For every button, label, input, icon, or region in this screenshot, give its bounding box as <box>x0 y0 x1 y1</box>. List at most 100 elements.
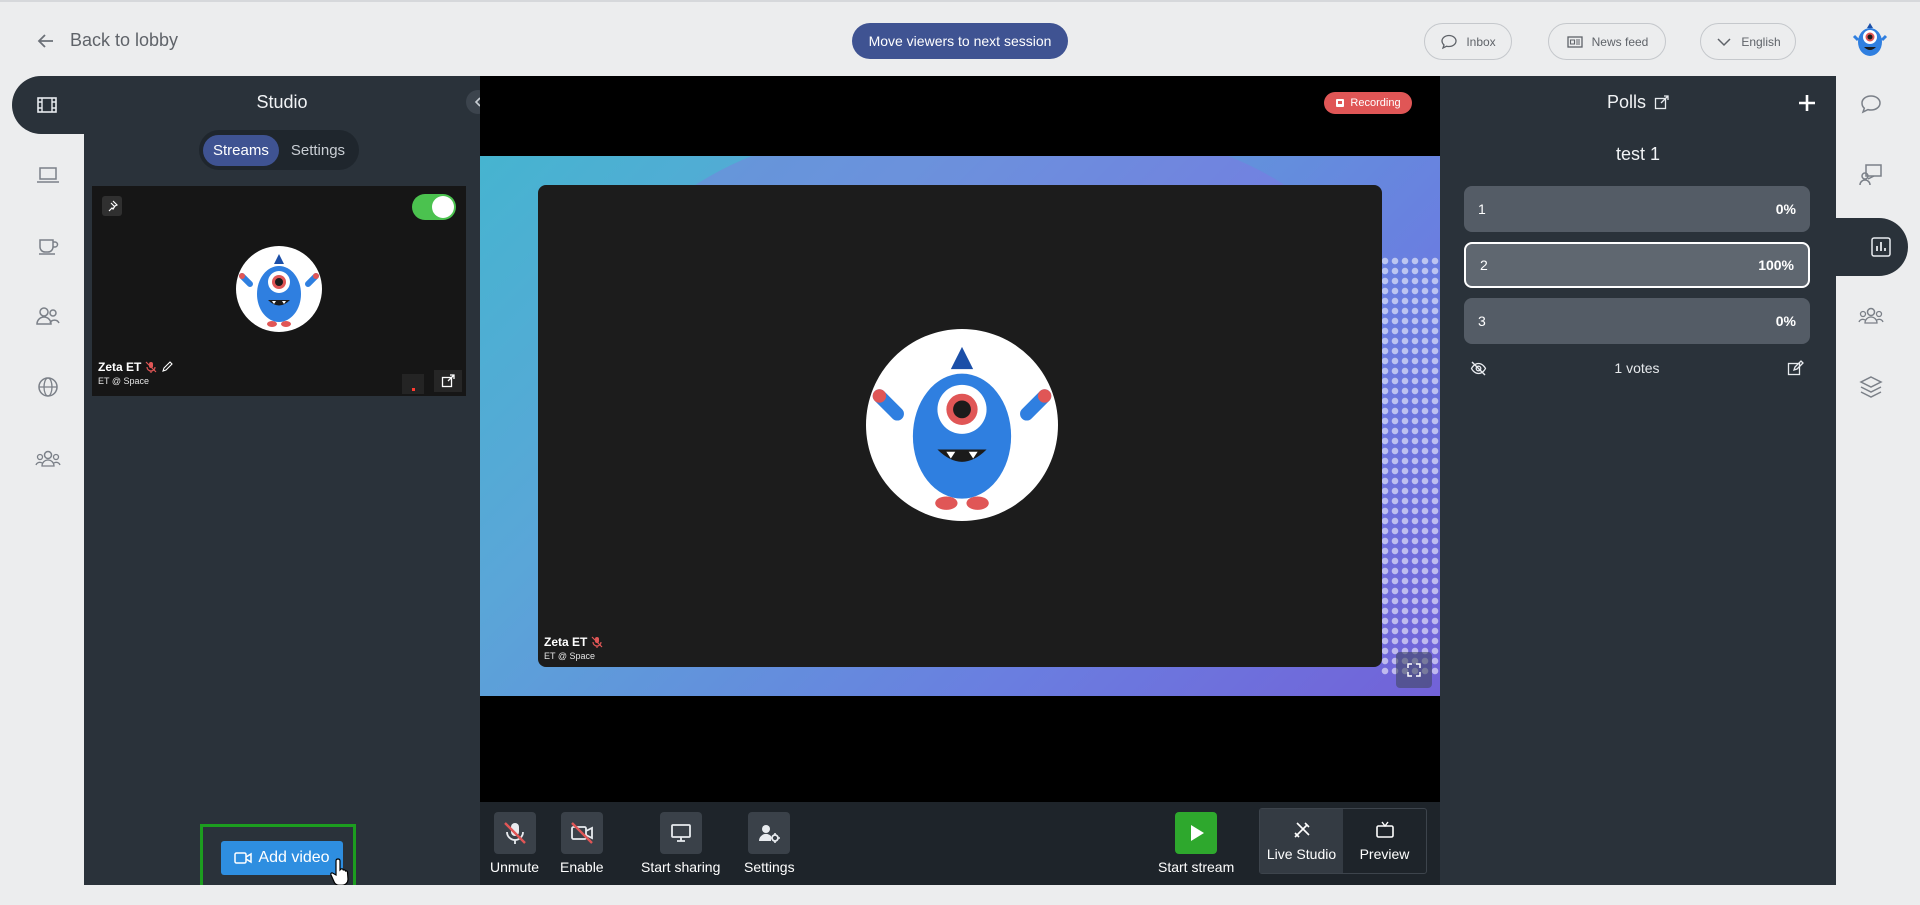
hand-cursor-icon <box>330 858 349 886</box>
start-sharing-label: Start sharing <box>641 859 721 875</box>
external-link-icon[interactable] <box>1654 95 1669 110</box>
inbox-button[interactable]: Inbox <box>1424 23 1512 60</box>
rail-item-polls[interactable] <box>1836 218 1908 276</box>
user-avatar[interactable] <box>1852 20 1888 60</box>
polls-title: Polls <box>1606 92 1646 112</box>
recording-badge: Recording <box>1324 92 1412 114</box>
tv-icon <box>1375 821 1394 838</box>
rail-item-coffee[interactable] <box>35 232 61 258</box>
stream-avatar <box>236 246 322 332</box>
settings-label: Settings <box>744 859 795 875</box>
tab-settings[interactable]: Settings <box>285 135 351 166</box>
rail-item-attendees[interactable] <box>1858 303 1884 329</box>
tab-streams[interactable]: Streams <box>203 134 279 166</box>
stream-subtitle: ET @ Space <box>98 376 149 386</box>
add-video-label: Add video <box>258 849 330 866</box>
poll-option-percent: 0% <box>1775 313 1796 329</box>
popout-icon[interactable] <box>434 370 462 392</box>
unmute-button[interactable]: Unmute <box>490 812 539 875</box>
monster-avatar-icon <box>239 254 319 327</box>
start-stream-icon-box <box>1175 812 1218 854</box>
language-label: English <box>1741 34 1781 49</box>
move-viewers-button[interactable]: Move viewers to next session <box>852 23 1068 59</box>
live-studio-button[interactable]: Live Studio <box>1260 809 1343 873</box>
votes-count: 1 votes <box>1614 360 1660 376</box>
stage-scene: Zeta ET ET @ Space <box>480 156 1440 696</box>
main-video[interactable]: Zeta ET ET @ Space <box>538 185 1382 667</box>
news-feed-button[interactable]: News feed <box>1548 23 1666 60</box>
rail-item-layers[interactable] <box>1858 374 1884 400</box>
studio-panel: Studio Streams Settings Zeta ET ET @ Spa… <box>84 76 480 885</box>
poll-option-label: 1 <box>1478 201 1486 217</box>
speaker-subtitle: ET @ Space <box>544 651 595 661</box>
enable-icon-box <box>560 812 603 854</box>
poll-footer: 1 votes <box>1464 356 1810 380</box>
group-icon <box>1858 307 1884 324</box>
people-icon <box>36 307 60 325</box>
poll-option[interactable]: 3 0% <box>1464 298 1810 344</box>
start-stream-button[interactable]: Start stream <box>1158 812 1234 875</box>
polls-panel: Polls test 1 1 0% 2 100% 3 0% 1 votes <box>1440 76 1836 885</box>
rail-item-groups[interactable] <box>35 446 61 472</box>
tools-icon <box>1293 822 1310 838</box>
mic-muted-icon <box>145 361 157 373</box>
video-camera-icon <box>234 852 253 864</box>
preview-label: Preview <box>1359 846 1410 862</box>
add-video-button[interactable]: Add video <box>221 841 343 875</box>
speaker-avatar <box>866 329 1058 521</box>
start-stream-label: Start stream <box>1158 859 1235 875</box>
control-bar: Unmute Enable Start sharing Settings Sta… <box>480 802 1440 885</box>
poll-option-percent: 100% <box>1758 257 1794 273</box>
rail-item-people[interactable] <box>35 303 61 329</box>
stream-card[interactable]: Zeta ET ET @ Space <box>92 186 466 396</box>
enable-camera-button[interactable]: Enable <box>560 812 604 875</box>
layers-icon <box>1859 376 1883 398</box>
poll-question: test 1 <box>1615 144 1661 164</box>
newspaper-icon <box>1566 35 1583 48</box>
add-poll-icon[interactable] <box>1796 92 1818 114</box>
language-select[interactable]: English <box>1700 23 1796 60</box>
speaker-name-text: Zeta ET <box>544 635 588 649</box>
back-to-lobby-link[interactable]: Back to lobby <box>36 30 178 51</box>
preview-button[interactable]: Preview <box>1343 809 1426 873</box>
arrow-left-icon <box>37 33 53 48</box>
studio-tabs: Streams Settings <box>199 130 359 170</box>
bar-chart-icon <box>1871 237 1891 257</box>
edit-icon[interactable] <box>1787 359 1804 377</box>
rail-item-presenter[interactable] <box>1858 162 1884 188</box>
stage: Recording Zeta ET ET @ Space <box>480 76 1440 802</box>
stream-name-text: Zeta ET <box>98 360 142 374</box>
globe-icon <box>38 377 58 397</box>
stream-enabled-toggle[interactable] <box>412 194 456 220</box>
fullscreen-button[interactable] <box>1396 652 1432 688</box>
poll-option-label: 2 <box>1480 257 1488 273</box>
coffee-icon <box>39 239 59 255</box>
mic-muted-icon <box>591 636 603 648</box>
rail-item-laptop[interactable] <box>35 162 61 188</box>
film-icon <box>37 97 57 113</box>
eye-off-icon[interactable] <box>1470 360 1487 377</box>
news-feed-label: News feed <box>1591 34 1649 49</box>
add-video-highlight: Add video <box>200 824 356 890</box>
bottom-band <box>0 885 1920 905</box>
chat-bubble-icon <box>1441 34 1457 49</box>
settings-button[interactable]: Settings <box>744 812 795 875</box>
expand-icon <box>1407 663 1421 677</box>
presenter-icon <box>1859 164 1882 186</box>
record-icon <box>1336 99 1345 107</box>
poll-option-selected[interactable]: 2 100% <box>1464 242 1810 288</box>
rail-item-globe[interactable] <box>35 374 61 400</box>
sharing-icon-box <box>659 812 702 854</box>
pencil-icon[interactable] <box>161 361 174 373</box>
pin-icon[interactable] <box>102 196 122 216</box>
live-studio-label: Live Studio <box>1266 846 1337 862</box>
rail-item-chat[interactable] <box>1858 92 1884 118</box>
studio-title: Studio <box>256 92 308 112</box>
poll-option-label: 3 <box>1478 313 1486 329</box>
poll-option[interactable]: 1 0% <box>1464 186 1810 232</box>
laptop-icon <box>37 167 59 183</box>
play-icon <box>1191 825 1205 841</box>
mic-off-icon <box>503 822 526 844</box>
chat-icon <box>1861 95 1881 114</box>
start-sharing-button[interactable]: Start sharing <box>641 812 720 875</box>
